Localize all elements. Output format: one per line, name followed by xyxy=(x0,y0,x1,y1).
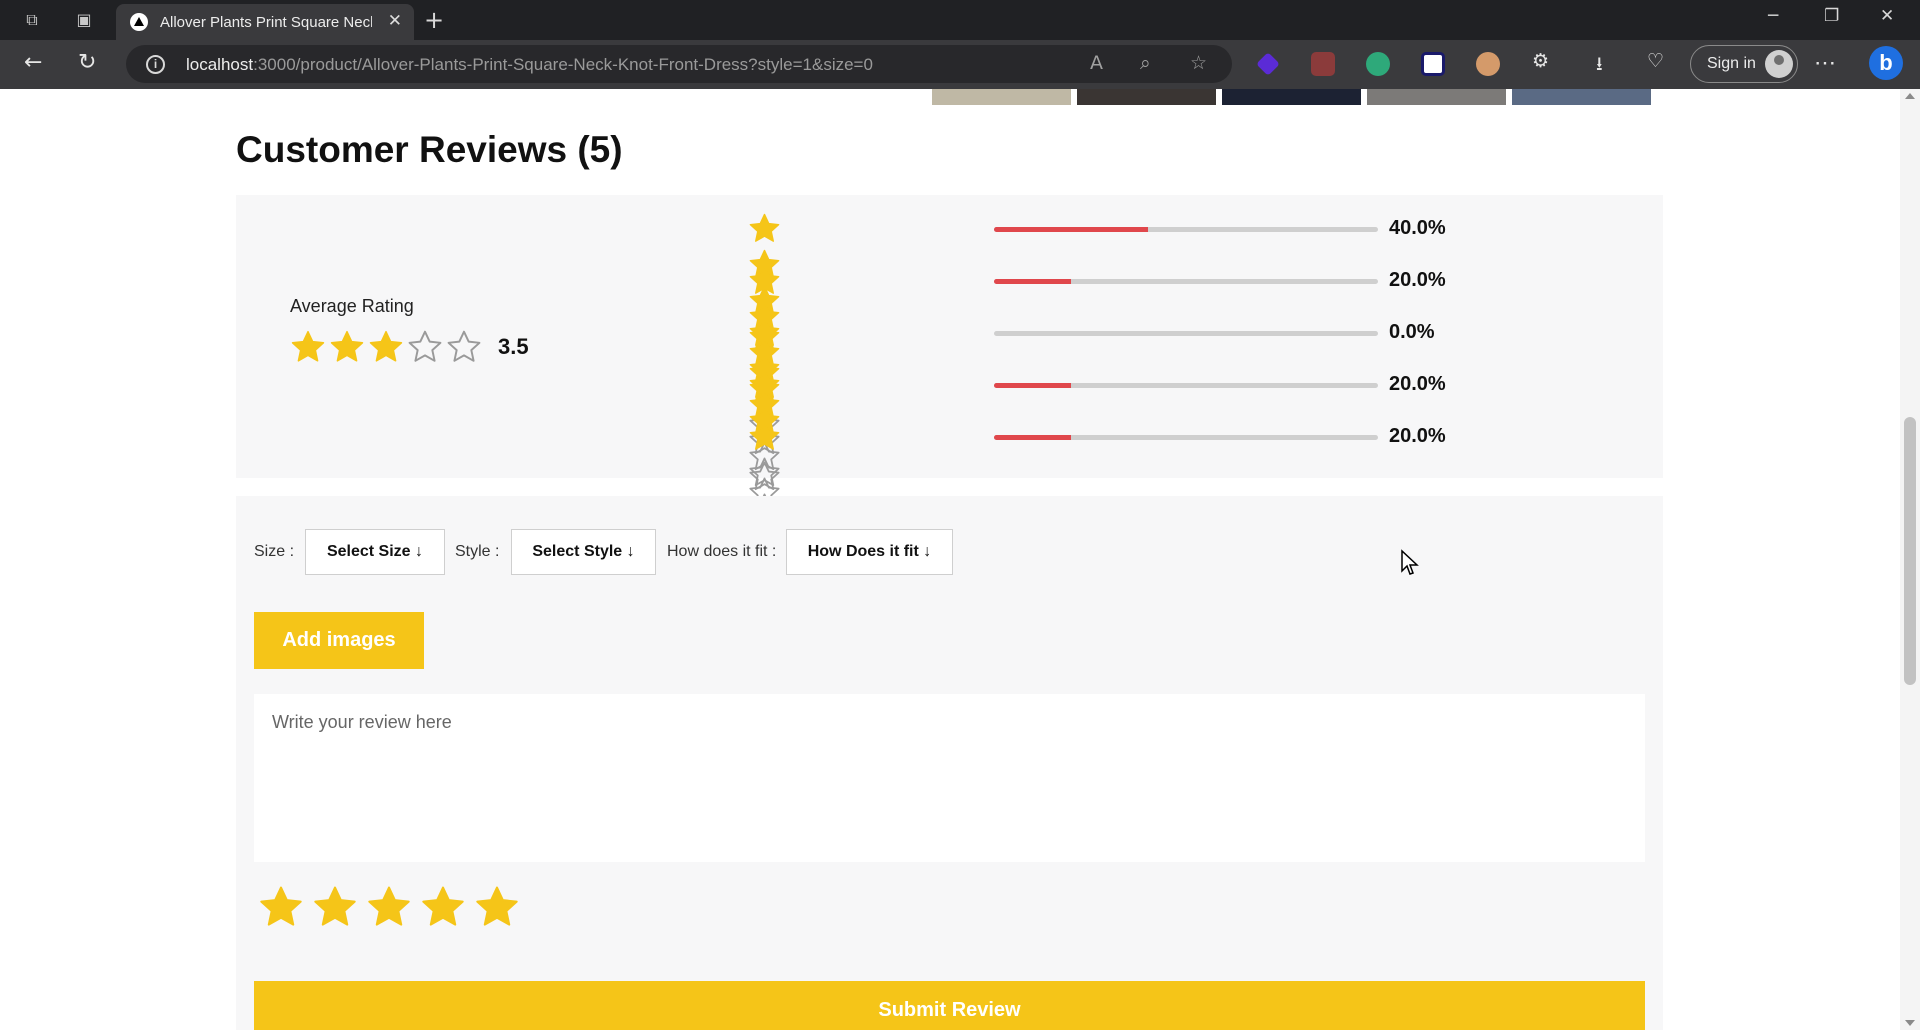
downloads-icon[interactable]: ⭳ xyxy=(1596,50,1603,82)
extensions-icon[interactable]: ⚙ xyxy=(1532,50,1549,72)
star-filled-icon xyxy=(748,367,793,403)
fit-label: How does it fit : xyxy=(667,543,777,560)
profile-avatar-icon xyxy=(1765,50,1793,78)
scrollbar-thumb[interactable] xyxy=(1904,417,1916,685)
star-filled-icon xyxy=(368,329,407,365)
thumbnail-image[interactable] xyxy=(1222,89,1361,105)
thumbnail-image[interactable] xyxy=(1512,89,1651,105)
rating-progress-fill xyxy=(994,383,1071,388)
page-scrollbar[interactable] xyxy=(1900,89,1920,1030)
url-host: localhost xyxy=(186,55,254,74)
signin-button[interactable]: Sign in xyxy=(1690,45,1798,83)
review-textarea[interactable] xyxy=(254,694,1645,862)
minimize-icon[interactable]: ─ xyxy=(1768,6,1778,26)
browser-titlebar: ⧉ ▣ Allover Plants Print Square Neck Kno… xyxy=(0,0,1920,40)
star-filled-icon xyxy=(329,329,368,365)
workspaces-icon[interactable]: ⧉ xyxy=(20,8,44,32)
review-form: Size : Select Size ↓ Style : Select Styl… xyxy=(236,496,1663,1030)
browser-toolbar: ← ↻ i localhost:3000/product/Allover-Pla… xyxy=(0,40,1920,89)
signin-label: Sign in xyxy=(1707,55,1756,72)
star-filled-icon xyxy=(290,329,329,365)
scroll-up-icon[interactable] xyxy=(1905,93,1915,99)
extension-bracket-icon[interactable] xyxy=(1421,52,1445,76)
size-label: Size : xyxy=(254,543,295,560)
product-thumbnails xyxy=(932,89,1900,105)
read-aloud-icon[interactable]: A xyxy=(1090,52,1103,74)
site-favicon-icon xyxy=(130,13,148,31)
star-empty-icon xyxy=(407,329,446,365)
reviews-title: Customer Reviews (5) xyxy=(236,129,623,170)
fit-select[interactable]: How Does it fit ↓ xyxy=(786,529,953,575)
thumbnail-image[interactable] xyxy=(932,89,1071,105)
arrow-down-icon: ↓ xyxy=(923,543,932,560)
bing-copilot-icon[interactable]: b xyxy=(1869,46,1903,80)
rating-input-stars[interactable] xyxy=(258,884,528,934)
star-filled-icon xyxy=(748,419,793,455)
close-window-icon[interactable]: ✕ xyxy=(1880,6,1894,26)
average-rating-value: 3.5 xyxy=(498,334,529,359)
thumbnail-image[interactable] xyxy=(1077,89,1216,105)
address-bar[interactable]: i localhost:3000/product/Allover-Plants-… xyxy=(126,45,1232,83)
url-text[interactable]: localhost:3000/product/Allover-Plants-Pr… xyxy=(186,55,873,75)
rating-summary: Average Rating 3.5 40.0% 20.0% 0.0% 20.0% 20… xyxy=(236,195,1663,595)
star-empty-icon xyxy=(446,329,485,365)
rating-progress-bar xyxy=(994,227,1378,232)
restore-icon[interactable]: ❐ xyxy=(1824,6,1839,26)
tab-close-icon[interactable]: ✕ xyxy=(388,11,402,31)
extension-face-icon[interactable] xyxy=(1476,52,1500,76)
star-filled-icon[interactable] xyxy=(258,884,312,934)
add-images-button[interactable]: Add images xyxy=(254,612,424,669)
url-path: :3000/product/Allover-Plants-Print-Squar… xyxy=(253,55,873,74)
rating-progress-bar xyxy=(994,331,1378,336)
zoom-icon[interactable]: ⌕ xyxy=(1140,52,1151,74)
site-info-icon[interactable]: i xyxy=(146,55,165,74)
scroll-down-icon[interactable] xyxy=(1905,1020,1915,1026)
rating-percent: 0.0% xyxy=(1389,321,1435,343)
fit-select-label: How Does it fit xyxy=(807,543,919,560)
rating-progress-fill xyxy=(994,227,1148,232)
rating-progress-bar xyxy=(994,279,1378,284)
star-filled-icon[interactable] xyxy=(312,884,366,934)
star-filled-icon[interactable] xyxy=(420,884,474,934)
rating-progress-bar xyxy=(994,383,1378,388)
average-rating-label: Average Rating xyxy=(290,296,414,316)
page-viewport: Customer Reviews (5) Average Rating 3.5 … xyxy=(0,89,1900,1030)
rating-progress-bar xyxy=(994,435,1378,440)
rating-percent: 20.0% xyxy=(1389,373,1446,395)
style-select-label: Select Style xyxy=(532,543,623,560)
rating-percent: 40.0% xyxy=(1389,217,1446,239)
rating-percent: 20.0% xyxy=(1389,269,1446,291)
star-filled-icon xyxy=(748,263,793,299)
star-empty-icon xyxy=(748,455,793,491)
new-tab-icon[interactable]: + xyxy=(424,6,444,34)
extension-purple-icon[interactable] xyxy=(1256,52,1280,76)
arrow-down-icon: ↓ xyxy=(415,543,424,560)
style-label: Style : xyxy=(455,543,500,560)
star-filled-icon xyxy=(748,315,793,351)
style-select[interactable]: Select Style ↓ xyxy=(511,529,656,575)
favorite-star-icon[interactable]: ☆ xyxy=(1190,52,1207,74)
star-filled-icon xyxy=(748,211,793,247)
extension-calendar-icon[interactable] xyxy=(1311,52,1335,76)
tab-active[interactable]: Allover Plants Print Square Neck Knot Fr… xyxy=(116,4,414,40)
submit-review-button[interactable]: Submit Review xyxy=(254,981,1645,1030)
extension-green-icon[interactable] xyxy=(1366,52,1390,76)
rating-percent: 20.0% xyxy=(1389,425,1446,447)
average-rating-stars xyxy=(290,329,485,365)
rating-progress-fill xyxy=(994,279,1071,284)
star-filled-icon[interactable] xyxy=(366,884,420,934)
arrow-down-icon: ↓ xyxy=(626,543,635,560)
mouse-cursor-icon xyxy=(1401,549,1419,575)
back-icon[interactable]: ← xyxy=(24,50,42,75)
thumbnail-image[interactable] xyxy=(1367,89,1506,105)
performance-icon[interactable]: ♡ xyxy=(1647,50,1664,72)
more-menu-icon[interactable]: ⋯ xyxy=(1814,50,1836,76)
vertical-tabs-icon[interactable]: ▣ xyxy=(72,8,96,32)
rating-progress-fill xyxy=(994,435,1071,440)
refresh-icon[interactable]: ↻ xyxy=(78,50,96,75)
size-select-label: Select Size xyxy=(326,543,411,560)
tab-title: Allover Plants Print Square Neck Knot Fr… xyxy=(160,14,372,31)
star-filled-icon[interactable] xyxy=(474,884,528,934)
size-select[interactable]: Select Size ↓ xyxy=(305,529,445,575)
